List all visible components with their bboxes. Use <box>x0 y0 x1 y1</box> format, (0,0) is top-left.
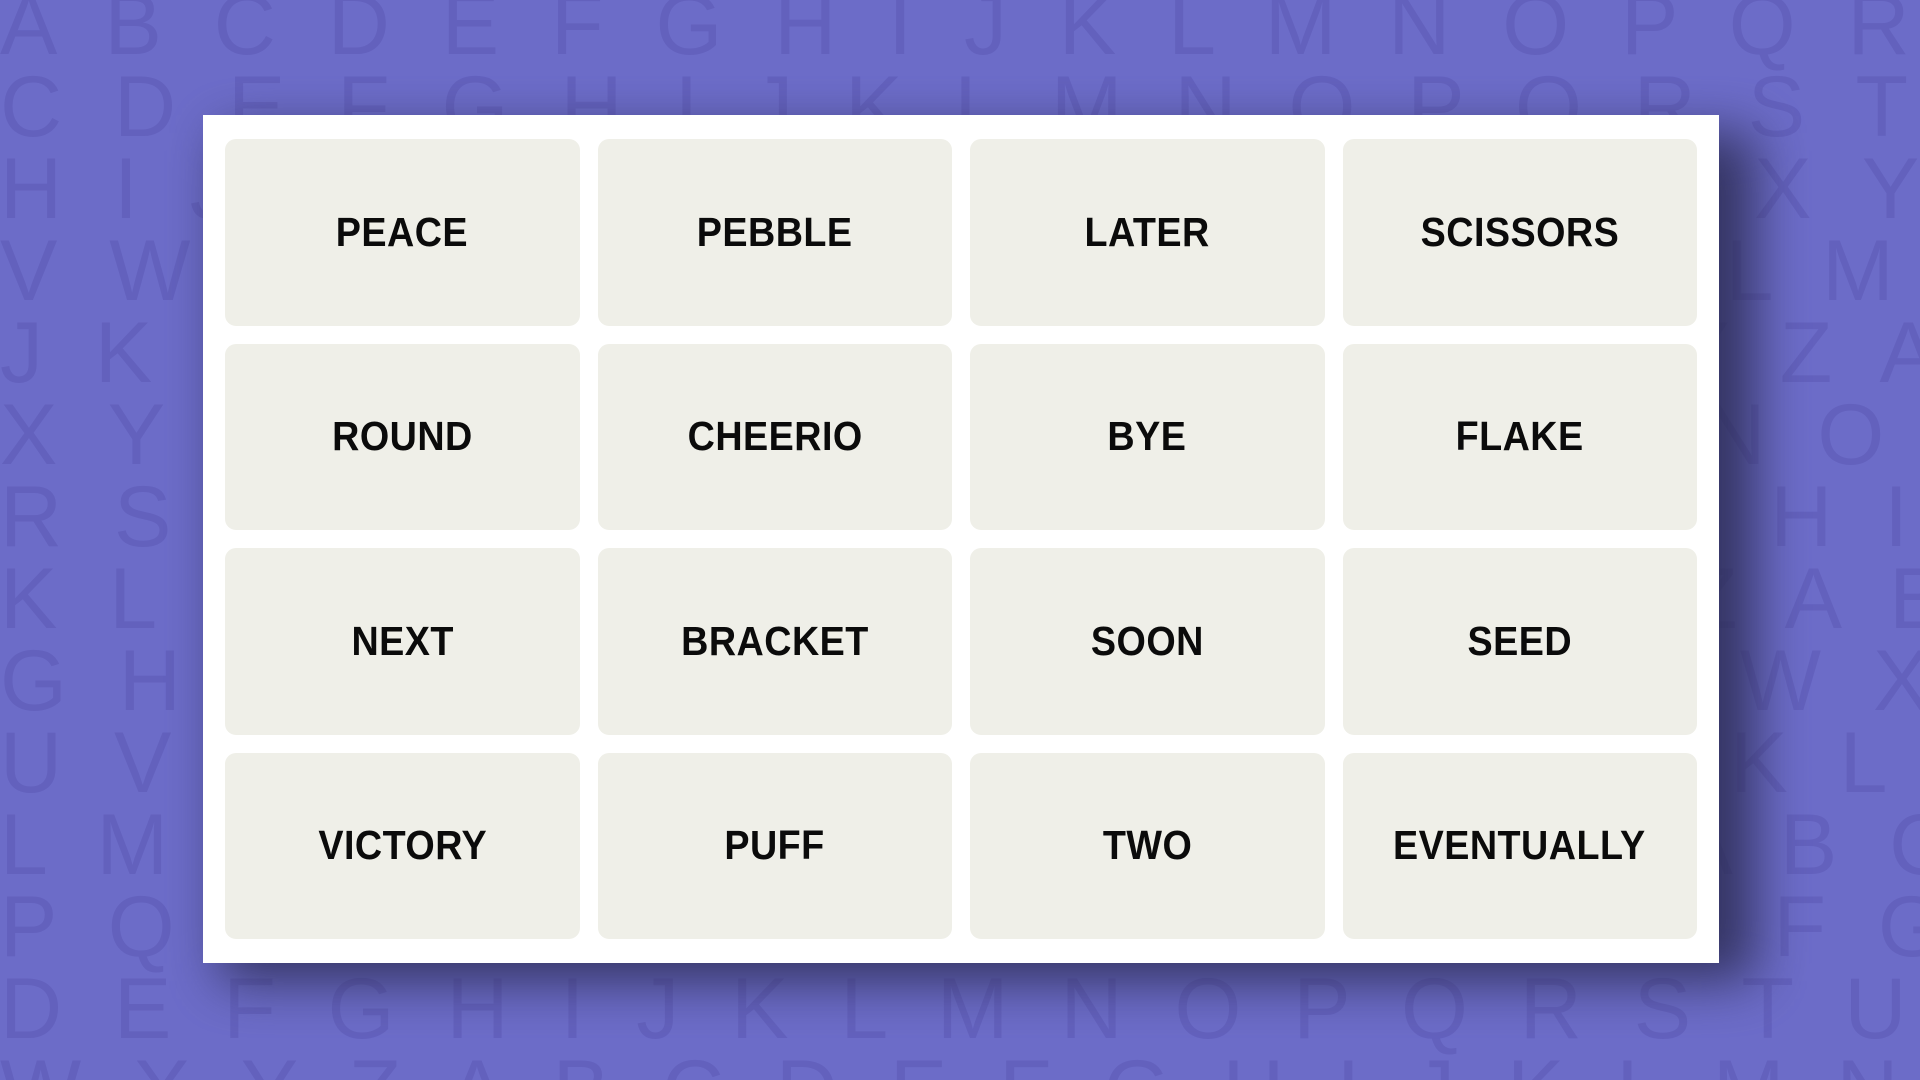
tile-row: NEXT BRACKET SOON SEED <box>225 548 1697 735</box>
word-tile[interactable]: EVENTUALLY <box>1342 752 1697 939</box>
word-tile[interactable]: ROUND <box>225 343 580 530</box>
word-tile[interactable]: VICTORY <box>225 752 580 939</box>
word-tile[interactable]: PEBBLE <box>597 139 952 326</box>
word-tile-label: PEACE <box>336 208 469 255</box>
word-tile[interactable]: PUFF <box>597 752 952 939</box>
word-tile[interactable]: SCISSORS <box>1342 139 1697 326</box>
word-tile-label: SEED <box>1467 617 1573 664</box>
word-tile-label: BYE <box>1107 413 1187 460</box>
word-tile-label: SCISSORS <box>1420 208 1620 255</box>
word-tile-label: CHEERIO <box>687 413 863 460</box>
word-tile[interactable]: SOON <box>970 548 1325 735</box>
word-tile-label: NEXT <box>351 617 454 664</box>
word-tile-label: FLAKE <box>1455 413 1584 460</box>
word-puzzle-board: PEACE PEBBLE LATER SCISSORS ROUND CHEERI… <box>203 115 1719 963</box>
word-tile[interactable]: TWO <box>970 752 1325 939</box>
word-tile-label: PEBBLE <box>696 208 853 255</box>
word-tile[interactable]: CHEERIO <box>597 343 952 530</box>
word-tile-label: TWO <box>1102 822 1192 869</box>
word-tile[interactable]: LATER <box>970 139 1325 326</box>
word-tile-label: EVENTUALLY <box>1393 822 1647 869</box>
word-tile[interactable]: FLAKE <box>1342 343 1697 530</box>
word-tile[interactable]: BYE <box>970 343 1325 530</box>
word-tile-label: ROUND <box>331 413 473 460</box>
word-tile-label: PUFF <box>724 822 825 869</box>
word-tile-label: SOON <box>1090 617 1204 664</box>
alphabet-pattern-row: A B C D E F G H I J K L M N O P Q R S T … <box>0 0 1920 73</box>
alphabet-pattern-row: W X Y Z A B C D E F G H I J K L M N O P … <box>0 1048 1920 1080</box>
word-tile[interactable]: NEXT <box>225 548 580 735</box>
tile-row: VICTORY PUFF TWO EVENTUALLY <box>225 752 1697 939</box>
word-tile-label: BRACKET <box>680 617 869 664</box>
word-tile-label: LATER <box>1084 208 1210 255</box>
word-tile[interactable]: PEACE <box>225 139 580 326</box>
word-tile-label: VICTORY <box>317 822 487 869</box>
tile-row: PEACE PEBBLE LATER SCISSORS <box>225 139 1697 326</box>
tile-row: ROUND CHEERIO BYE FLAKE <box>225 343 1697 530</box>
word-tile[interactable]: SEED <box>1342 548 1697 735</box>
word-tile[interactable]: BRACKET <box>597 548 952 735</box>
